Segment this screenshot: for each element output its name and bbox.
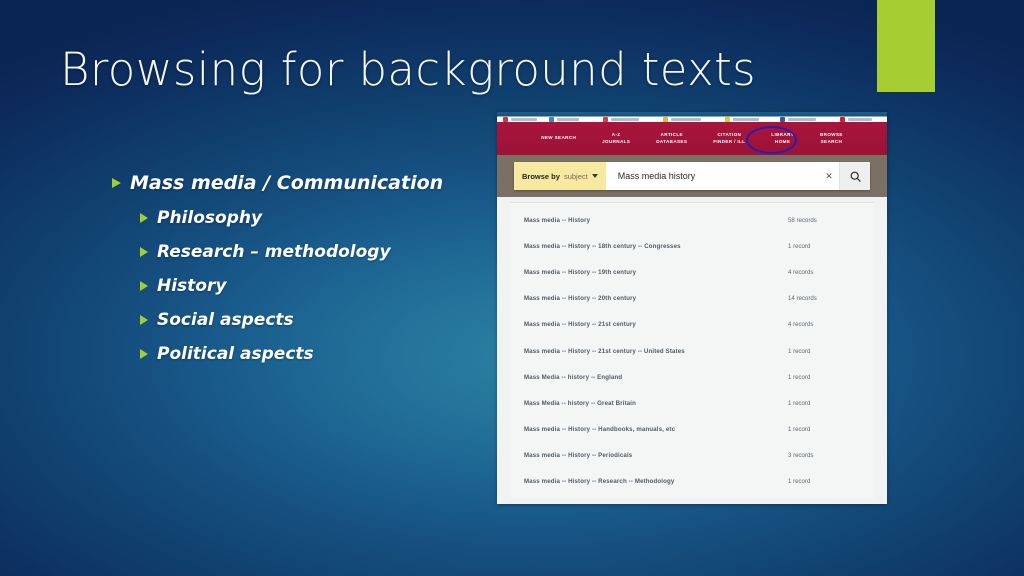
site-navigation-bar: NEW SEARCH A-Z JOURNALS ARTICLE DATABASE… bbox=[497, 122, 887, 155]
nav-item-browse-search[interactable]: BROWSE SEARCH bbox=[818, 132, 845, 145]
search-input[interactable]: Mass media history bbox=[606, 162, 819, 190]
list-item: Philosophy bbox=[140, 208, 472, 229]
nav-item-library-home[interactable]: LIBRARY HOME bbox=[769, 132, 796, 145]
nav-item-article-databases[interactable]: ARTICLE DATABASES bbox=[654, 132, 689, 145]
result-count: 1 record bbox=[788, 242, 811, 250]
result-subject: Mass media -- History -- Handbooks, manu… bbox=[524, 426, 676, 434]
browse-results-panel: Mass media -- History 58 records Mass me… bbox=[497, 197, 887, 504]
table-row[interactable]: Mass media -- History -- Research -- Met… bbox=[510, 469, 874, 495]
bookmark-label bbox=[511, 118, 537, 121]
browser-bookmarks-bar bbox=[497, 112, 887, 122]
triangle-bullet-icon bbox=[140, 247, 148, 257]
list-item: Research – methodology bbox=[140, 242, 472, 263]
list-item: Political aspects bbox=[140, 344, 472, 365]
result-subject: Mass media -- History bbox=[524, 216, 591, 224]
list-item-label: Mass media / Communication bbox=[130, 172, 444, 194]
browse-by-dropdown[interactable]: Browse by subject bbox=[514, 162, 606, 190]
table-row[interactable]: Mass media -- History -- Periodicals 3 r… bbox=[510, 443, 874, 469]
result-count: 1 record bbox=[788, 426, 811, 434]
list-item-label: Philosophy bbox=[157, 208, 263, 228]
table-row[interactable]: Mass Media -- history -- England 1 recor… bbox=[510, 364, 874, 390]
result-subject: Mass Media -- history -- England bbox=[524, 373, 623, 381]
bookmark-label bbox=[788, 118, 816, 121]
nav-item-a-z-journals[interactable]: A-Z JOURNALS bbox=[600, 132, 632, 145]
triangle-bullet-icon bbox=[140, 281, 148, 291]
table-row[interactable]: Mass media -- History -- 19th century 4 … bbox=[510, 259, 874, 285]
bookmark-label bbox=[611, 118, 639, 121]
browse-by-label: Browse by bbox=[522, 171, 560, 181]
magnifier-icon bbox=[850, 171, 861, 182]
clear-search-icon[interactable]: ✕ bbox=[819, 162, 839, 190]
result-count: 1 record bbox=[788, 373, 811, 381]
bullet-list: Mass media / Communication Philosophy Re… bbox=[112, 172, 472, 378]
triangle-bullet-icon bbox=[140, 349, 148, 359]
list-item-label: Political aspects bbox=[157, 344, 314, 364]
list-item-label: Social aspects bbox=[157, 310, 294, 330]
bookmark-label bbox=[848, 118, 872, 121]
result-count: 14 records bbox=[788, 295, 817, 303]
bookmark-label bbox=[671, 118, 701, 121]
search-submit-button[interactable] bbox=[839, 162, 870, 190]
result-subject: Mass media -- History -- Research -- Met… bbox=[524, 478, 675, 486]
table-row[interactable]: Mass media -- History -- 20th century 14… bbox=[510, 286, 874, 312]
result-count: 4 records bbox=[788, 268, 814, 276]
result-count: 1 record bbox=[788, 399, 811, 407]
triangle-bullet-icon bbox=[140, 315, 148, 325]
result-subject: Mass media -- History -- 20th century bbox=[524, 295, 637, 303]
nav-item-new-search[interactable]: NEW SEARCH bbox=[539, 135, 578, 142]
list-item-label: Research – methodology bbox=[157, 242, 391, 262]
list-item-label: History bbox=[157, 276, 227, 296]
table-row[interactable]: Mass media -- History -- 21st century --… bbox=[510, 338, 874, 364]
table-row[interactable]: Mass media -- History 58 records bbox=[510, 207, 874, 233]
result-subject: Mass media -- History -- 21st century bbox=[524, 321, 636, 329]
list-item: Social aspects bbox=[140, 310, 472, 331]
chevron-down-icon bbox=[591, 174, 598, 178]
search-box: Browse by subject Mass media history ✕ bbox=[514, 162, 870, 190]
result-subject: Mass Media -- history -- Great Britain bbox=[524, 399, 637, 407]
decorative-green-rectangle bbox=[877, 0, 935, 92]
result-subject: Mass media -- History -- 21st century --… bbox=[524, 347, 685, 355]
result-count: 1 record bbox=[788, 478, 811, 486]
result-subject: Mass media -- History -- Periodicals bbox=[524, 452, 633, 460]
browse-by-value: subject bbox=[563, 171, 588, 181]
search-toolbar: Browse by subject Mass media history ✕ bbox=[497, 155, 887, 197]
slide-canvas: Browsing for background texts Mass media… bbox=[0, 0, 1024, 576]
result-count: 1 record bbox=[788, 347, 811, 355]
table-row[interactable]: Mass Media -- history -- Great Britain 1… bbox=[510, 390, 874, 416]
result-count: 3 records bbox=[788, 452, 814, 460]
table-row[interactable]: Mass media -- History -- 21st century 4 … bbox=[510, 312, 874, 338]
embedded-browser-screenshot: NEW SEARCH A-Z JOURNALS ARTICLE DATABASE… bbox=[497, 112, 887, 504]
page-title: Browsing for background texts bbox=[60, 43, 757, 96]
bookmark-label bbox=[733, 118, 759, 121]
table-row[interactable]: Mass media -- History -- Handbooks, manu… bbox=[510, 417, 874, 443]
table-row[interactable]: Mass media -- History -- 18th century --… bbox=[510, 233, 874, 259]
nav-item-citation-finder[interactable]: CITATION FINDER / ILL bbox=[711, 132, 747, 145]
result-subject: Mass media -- History -- 18th century --… bbox=[524, 242, 681, 250]
triangle-bullet-icon bbox=[140, 213, 148, 223]
triangle-bullet-icon bbox=[112, 178, 121, 188]
list-item: History bbox=[140, 276, 472, 297]
bookmark-label bbox=[557, 118, 579, 121]
result-count: 58 records bbox=[788, 216, 817, 224]
result-count: 4 records bbox=[788, 321, 814, 329]
result-subject: Mass media -- History -- 19th century bbox=[524, 268, 637, 276]
list-item: Mass media / Communication bbox=[112, 172, 472, 194]
browse-results-list: Mass media -- History 58 records Mass me… bbox=[510, 202, 874, 498]
